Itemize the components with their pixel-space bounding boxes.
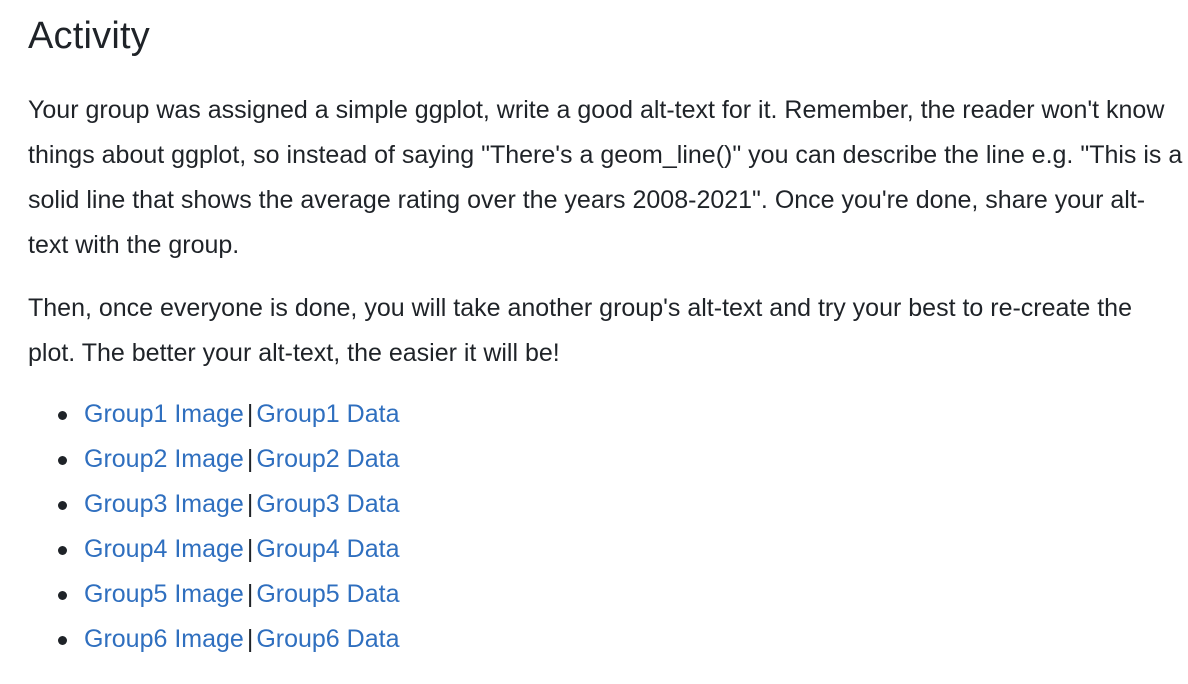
link-separator: | bbox=[246, 580, 254, 608]
list-item-group-2: Group2 Image | Group2 Data bbox=[58, 437, 1188, 482]
group1-data-link[interactable]: Group1 Data bbox=[256, 400, 399, 428]
bullet-icon bbox=[58, 546, 67, 555]
list-item-group-5: Group5 Image | Group5 Data bbox=[58, 572, 1188, 617]
page-content: Activity Your group was assigned a simpl… bbox=[0, 0, 1188, 684]
bullet-icon bbox=[58, 456, 67, 465]
list-item-group-1: Group1 Image | Group1 Data bbox=[58, 392, 1188, 437]
section-title: Activity bbox=[28, 15, 150, 57]
bullet-icon bbox=[58, 636, 67, 645]
link-separator: | bbox=[246, 625, 254, 653]
group2-image-link[interactable]: Group2 Image bbox=[84, 445, 244, 473]
link-separator: | bbox=[246, 400, 254, 428]
list-item-group-3: Group3 Image | Group3 Data bbox=[58, 482, 1188, 527]
instructions-paragraph-1: Your group was assigned a simple ggplot,… bbox=[28, 96, 1183, 259]
group-links-list: Group1 Image | Group1 Data Group2 Image | Gr… bbox=[28, 392, 1188, 662]
group2-data-link[interactable]: Group2 Data bbox=[256, 445, 399, 473]
group3-data-link[interactable]: Group3 Data bbox=[256, 490, 399, 518]
link-separator: | bbox=[246, 535, 254, 563]
link-separator: | bbox=[246, 445, 254, 473]
group6-image-link[interactable]: Group6 Image bbox=[84, 625, 244, 653]
bullet-icon bbox=[58, 501, 67, 510]
group3-image-link[interactable]: Group3 Image bbox=[84, 490, 244, 518]
list-item-group-6: Group6 Image | Group6 Data bbox=[58, 617, 1188, 662]
group5-data-link[interactable]: Group5 Data bbox=[256, 580, 399, 608]
list-item-group-4: Group4 Image | Group4 Data bbox=[58, 527, 1188, 572]
group4-image-link[interactable]: Group4 Image bbox=[84, 535, 244, 563]
group4-data-link[interactable]: Group4 Data bbox=[256, 535, 399, 563]
bullet-icon bbox=[58, 411, 67, 420]
group5-image-link[interactable]: Group5 Image bbox=[84, 580, 244, 608]
group6-data-link[interactable]: Group6 Data bbox=[256, 625, 399, 653]
bullet-icon bbox=[58, 591, 67, 600]
group1-image-link[interactable]: Group1 Image bbox=[84, 400, 244, 428]
instructions-paragraph-2: Then, once everyone is done, you will ta… bbox=[28, 294, 1132, 367]
link-separator: | bbox=[246, 490, 254, 518]
